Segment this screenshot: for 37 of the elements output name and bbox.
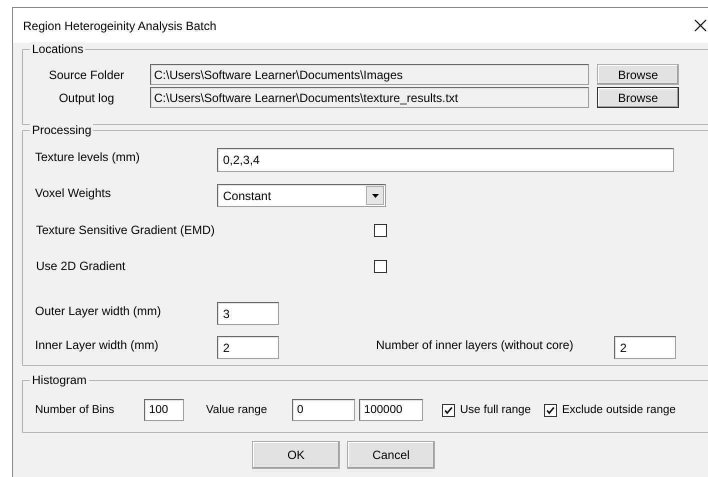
checkbox-label: Use full range — [460, 404, 531, 416]
checked-checkbox[interactable] — [442, 404, 455, 416]
number-field[interactable]: 100 — [144, 399, 184, 421]
field-label: Value range — [206, 404, 268, 416]
number-field[interactable]: 100000 — [359, 399, 423, 421]
caret-icon — [372, 194, 378, 198]
number-field[interactable]: 3 — [217, 302, 279, 325]
checkbox[interactable] — [374, 224, 387, 236]
path-field[interactable]: C:\Users\Software Learner\Documents\Images — [150, 64, 589, 85]
dialog-button[interactable]: Cancel — [347, 441, 435, 469]
checked-checkbox[interactable] — [544, 404, 557, 416]
field-label: Inner Layer width (mm) — [35, 337, 160, 352]
checkbox-label: Texture Sensitive Gradient (EMD) — [35, 223, 216, 237]
field-label: Voxel Weights — [35, 185, 112, 200]
checkbox[interactable] — [374, 260, 387, 272]
browse-button[interactable]: Browse — [597, 64, 679, 85]
group-title: Locations — [30, 42, 86, 56]
field-label: Outer Layer width (mm) — [35, 303, 162, 318]
path-field[interactable]: C:\Users\Software Learner\Documents\texture_results.txt — [150, 87, 589, 108]
browse-button[interactable]: Browse — [597, 87, 679, 108]
number-field[interactable]: 0 — [292, 399, 355, 421]
field-label: Number of inner layers (without core) — [376, 337, 574, 352]
window-title: Region Heterogeinity Analysis Batch — [23, 18, 216, 32]
dropdown[interactable]: Constant — [217, 184, 386, 207]
field-label: Number of Bins — [35, 404, 116, 416]
field-label: Source Folder — [48, 68, 126, 82]
group-title: Processing — [30, 123, 94, 137]
number-field[interactable]: 2 — [217, 336, 279, 359]
number-field[interactable]: 2 — [614, 336, 676, 359]
field-label: Output log — [58, 90, 116, 104]
checkbox-label: Use 2D Gradient — [35, 259, 126, 273]
group-title: Histogram — [30, 373, 89, 387]
close-icon[interactable] — [694, 19, 707, 32]
field-label: Texture levels (mm) — [35, 149, 141, 164]
text-field[interactable]: 0,2,3,4 — [217, 148, 674, 172]
dialog-button[interactable]: OK — [252, 441, 340, 469]
checkbox-label: Exclude outside range — [562, 404, 676, 416]
